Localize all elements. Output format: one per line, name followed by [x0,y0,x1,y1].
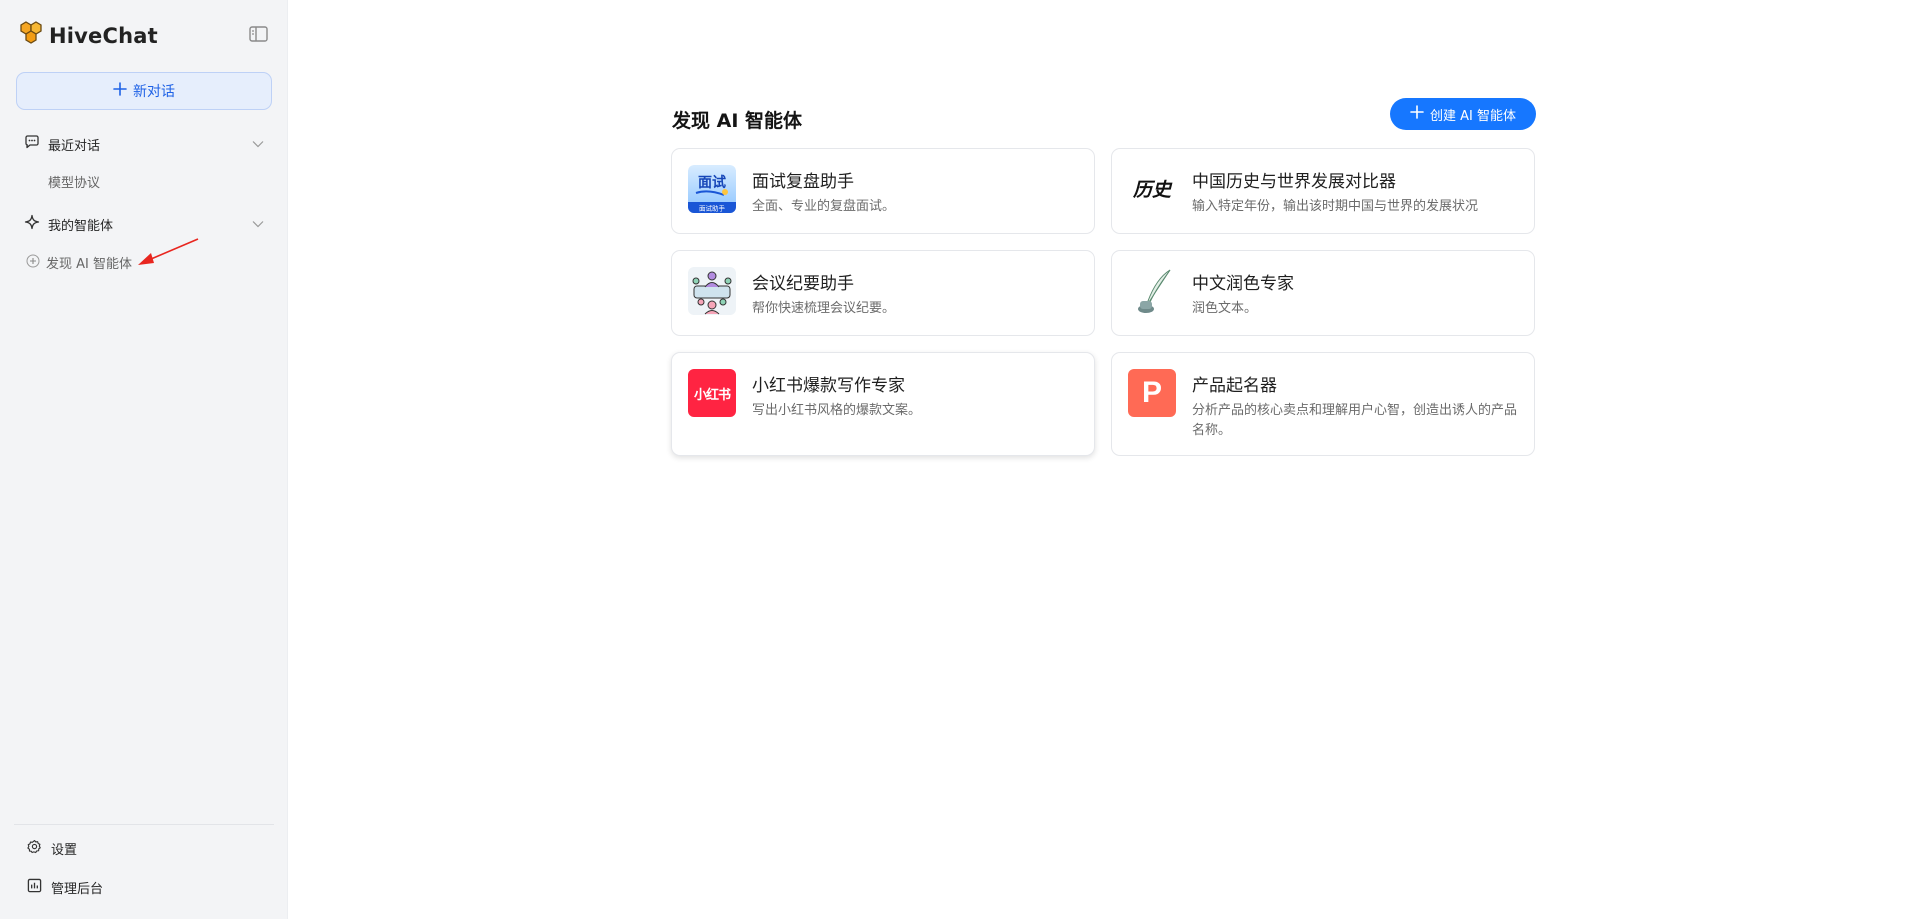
red-arrow-annotation [134,236,202,272]
admin-link[interactable]: 管理后台 [27,878,103,897]
svg-text:历史: 历史 [1132,179,1173,201]
my-agents-group[interactable]: 我的智能体 [24,211,264,237]
agent-card-xiaohongshu-writer[interactable]: 小红书 小红书爆款写作专家 写出小红书风格的爆款文案。 [671,352,1095,456]
agent-card-chinese-polish[interactable]: 中文润色专家 润色文本。 [1111,250,1535,336]
admin-label: 管理后台 [51,882,104,897]
plus-circle-icon [26,254,40,272]
agent-card-title: 产品起名器 [1192,376,1277,396]
sidebar-divider [14,824,274,825]
svg-text:面试助手: 面试助手 [699,204,726,213]
agent-card-title: 会议纪要助手 [752,274,854,294]
create-agent-label: 创建 AI 智能体 [1430,108,1516,124]
recent-chat-item[interactable]: 模型协议 [48,172,100,191]
settings-link[interactable]: 设置 [27,839,77,858]
xiaohongshu-logo-text: 小红书 [693,387,731,403]
agent-card-description: 全面、专业的复盘面试。 [752,199,896,214]
plus-icon [1410,105,1424,123]
recent-chats-label: 最近对话 [48,138,101,154]
agent-card-meeting-notes[interactable]: 会议纪要助手 帮你快速梳理会议纪要。 [671,250,1095,336]
app-name: HiveChat [49,24,158,48]
sidebar-toggle-icon [248,26,268,46]
agent-card-history-compare[interactable]: 历史 中国历史与世界发展对比器 输入特定年份，输出该时期中国与世界的发展状况 [1111,148,1535,234]
agent-card-description: 输入特定年份，输出该时期中国与世界的发展状况 [1192,199,1479,214]
plus-icon [113,82,127,100]
agent-card-title: 中国历史与世界发展对比器 [1192,172,1396,192]
sidebar: HiveChat 新对话 最近对话 模型协议 我的智能体 发现 AI 智能体 设… [0,0,288,919]
page-title: 发现 AI 智能体 [672,110,803,132]
interview-review-icon: 面试 面试助手 [688,165,736,213]
agent-card-product-namer[interactable]: P 产品起名器 分析产品的核心卖点和理解用户心智，创造出诱人的产品名称。 [1111,352,1535,456]
chevron-down-icon [252,137,264,152]
sidebar-header: HiveChat [18,20,270,52]
gear-icon [27,839,42,858]
agent-card-description: 写出小红书风格的爆款文案。 [752,403,922,418]
sparkle-icon [24,214,40,234]
new-chat-button[interactable]: 新对话 [16,72,272,110]
dashboard-icon [27,878,42,897]
letter-p-icon: P [1128,369,1176,417]
honeycomb-logo-icon [18,21,44,51]
my-agents-label: 我的智能体 [48,218,114,234]
history-calligraphy-icon: 历史 [1128,165,1176,213]
agent-card-title: 小红书爆款写作专家 [752,376,905,396]
new-chat-label: 新对话 [133,84,175,100]
recent-chats-group[interactable]: 最近对话 [24,131,264,157]
agent-card-title: 中文润色专家 [1192,274,1294,294]
agent-card-title: 面试复盘助手 [752,172,854,192]
agent-card-description: 润色文本。 [1192,301,1258,316]
create-agent-button[interactable]: 创建 AI 智能体 [1390,98,1536,130]
svg-text:面试: 面试 [698,174,726,191]
logo[interactable]: HiveChat [18,21,158,51]
chevron-down-icon [252,217,264,232]
meeting-people-icon [688,267,736,315]
agent-card-interview-review[interactable]: 面试 面试助手 面试复盘助手 全面、专业的复盘面试。 [671,148,1095,234]
agent-card-description: 帮你快速梳理会议纪要。 [752,301,896,316]
discover-agents-link[interactable]: 发现 AI 智能体 [26,253,132,272]
quill-ink-icon [1128,267,1176,315]
agent-card-description: 分析产品的核心卖点和理解用户心智，创造出诱人的产品名称。 [1192,403,1518,438]
chat-bubble-icon [24,134,40,154]
letter-p-text: P [1141,376,1162,409]
xiaohongshu-logo-icon: 小红书 [688,369,736,417]
discover-agents-label: 发现 AI 智能体 [46,257,132,272]
settings-label: 设置 [51,843,78,858]
collapse-sidebar-button[interactable] [246,24,270,48]
